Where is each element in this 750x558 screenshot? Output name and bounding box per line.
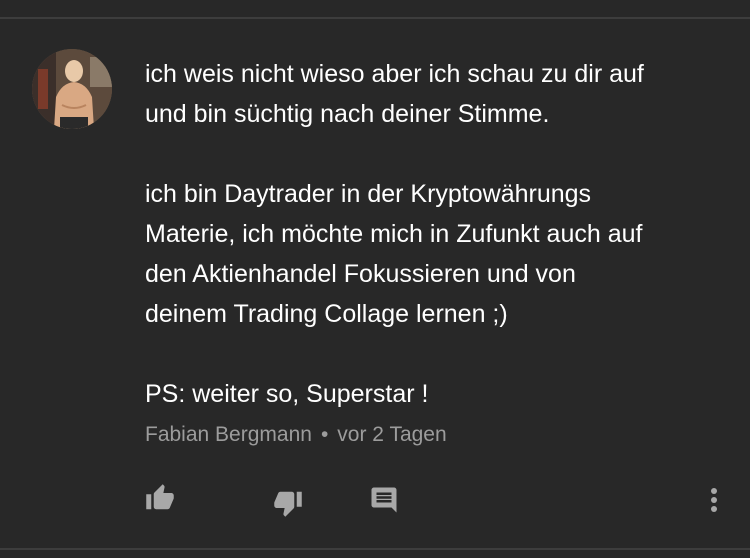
dislike-button[interactable]	[268, 483, 308, 523]
like-button[interactable]	[140, 478, 180, 518]
thumb-down-icon	[274, 491, 302, 517]
avatar[interactable]	[32, 49, 112, 129]
comment-meta: Fabian Bergmann • vor 2 Tagen	[145, 420, 447, 450]
avatar-image	[32, 49, 112, 129]
comment-paragraph: ich bin Daytrader in der Kryptowährungs …	[145, 180, 643, 328]
author-name[interactable]: Fabian Bergmann	[145, 423, 312, 446]
comment-timestamp: vor 2 Tagen	[337, 423, 447, 446]
bottom-divider	[0, 548, 750, 550]
reply-button[interactable]	[364, 480, 404, 520]
top-divider	[0, 17, 750, 19]
thumb-up-icon	[146, 484, 174, 510]
meta-separator: •	[320, 423, 329, 446]
more-vert-icon	[711, 488, 717, 512]
more-options-button[interactable]	[698, 478, 730, 522]
comment-paragraph: ich weis nicht wieso aber ich schau zu d…	[145, 60, 644, 128]
comment-text: ich weis nicht wieso aber ich schau zu d…	[145, 54, 725, 414]
reply-comment-icon	[371, 487, 397, 513]
comment-paragraph: PS: weiter so, Superstar !	[145, 380, 429, 408]
